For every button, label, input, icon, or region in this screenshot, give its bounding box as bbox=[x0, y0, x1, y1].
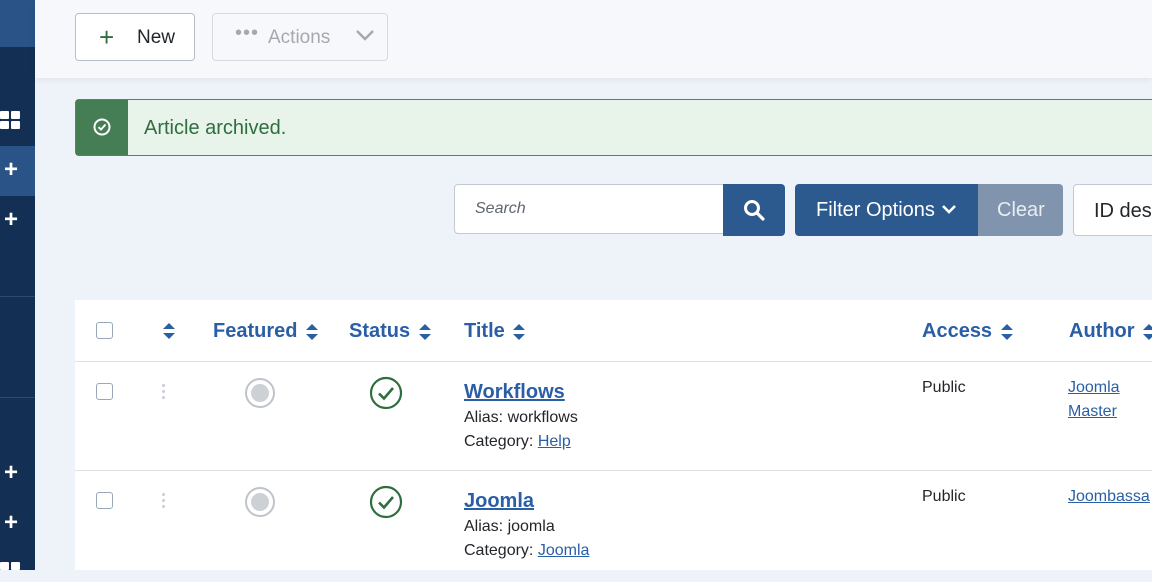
articles-table: Featured Status Title Access Author Work… bbox=[75, 300, 1152, 570]
clear-button[interactable]: Clear bbox=[978, 184, 1063, 236]
new-button-label: New bbox=[137, 27, 176, 48]
sidebar-divider bbox=[0, 397, 35, 398]
author-name-line1: Joomla bbox=[1068, 379, 1120, 396]
ellipsis-icon: ••• bbox=[235, 22, 260, 44]
plus-icon: + bbox=[99, 22, 115, 52]
sort-select-value: ID desc bbox=[1094, 200, 1152, 222]
column-header-access[interactable]: Access bbox=[922, 320, 1013, 343]
add-icon[interactable]: + bbox=[0, 208, 22, 232]
actions-label: Actions bbox=[268, 27, 331, 48]
column-header-title-label: Title bbox=[464, 320, 505, 342]
access-value: Public bbox=[922, 488, 966, 505]
drag-handle-icon[interactable] bbox=[161, 493, 165, 509]
category-link[interactable]: Joomla bbox=[538, 542, 590, 559]
add-icon[interactable]: + bbox=[0, 158, 22, 182]
sort-icon bbox=[513, 323, 526, 340]
featured-toggle[interactable] bbox=[245, 378, 275, 408]
article-alias: Alias: joomla bbox=[464, 518, 555, 536]
alias-label: Alias: bbox=[464, 409, 504, 426]
author-name-line1: Joombassa bbox=[1068, 488, 1150, 505]
search-icon bbox=[744, 200, 765, 221]
sidebar-divider bbox=[0, 296, 35, 297]
actions-dropdown[interactable]: ••• Actions bbox=[212, 13, 388, 61]
author-name-line2: Master bbox=[1068, 403, 1117, 420]
alert-icon-panel bbox=[76, 100, 128, 155]
sort-icon bbox=[1000, 323, 1013, 340]
filter-options-button[interactable]: Filter Options bbox=[795, 184, 978, 236]
alias-label: Alias: bbox=[464, 518, 504, 535]
table-divider bbox=[75, 470, 1152, 471]
row-checkbox[interactable] bbox=[96, 383, 113, 400]
article-category: Category: Joomla bbox=[464, 542, 589, 560]
column-header-title[interactable]: Title bbox=[464, 320, 526, 343]
featured-toggle[interactable] bbox=[245, 487, 275, 517]
column-header-author-label: Author bbox=[1069, 320, 1135, 342]
column-header-featured-label: Featured bbox=[213, 320, 298, 342]
category-label: Category: bbox=[464, 433, 534, 450]
chevron-down-icon bbox=[356, 30, 374, 41]
category-link[interactable]: Help bbox=[538, 433, 571, 450]
sidebar-toggle[interactable] bbox=[0, 0, 35, 47]
new-button[interactable]: + New bbox=[75, 13, 195, 61]
sort-icon bbox=[1143, 323, 1152, 340]
dashboard-icon[interactable] bbox=[0, 562, 20, 582]
sidebar: + + + + bbox=[0, 0, 35, 570]
sort-icon bbox=[306, 323, 319, 340]
article-title-link[interactable]: Joomla bbox=[464, 490, 534, 513]
toolbar bbox=[35, 0, 1152, 78]
search-button[interactable] bbox=[723, 184, 785, 236]
published-status-icon[interactable] bbox=[369, 485, 403, 519]
drag-handle-icon[interactable] bbox=[161, 384, 165, 400]
dashboard-icon[interactable] bbox=[0, 111, 20, 131]
article-alias: Alias: workflows bbox=[464, 409, 578, 427]
success-alert: Article archived. bbox=[75, 99, 1152, 156]
sort-icon bbox=[418, 323, 431, 340]
author-link[interactable]: Joombassa bbox=[1068, 485, 1150, 509]
row-checkbox[interactable] bbox=[96, 492, 113, 509]
add-icon[interactable]: + bbox=[0, 461, 22, 485]
article-category: Category: Help bbox=[464, 433, 571, 451]
add-icon[interactable]: + bbox=[0, 511, 22, 535]
article-title-link[interactable]: Workflows bbox=[464, 381, 565, 404]
chevron-down-icon bbox=[942, 205, 956, 214]
column-header-author[interactable]: Author bbox=[1069, 320, 1152, 343]
table-divider bbox=[75, 361, 1152, 362]
alias-value: joomla bbox=[507, 518, 555, 535]
access-value: Public bbox=[922, 379, 966, 396]
column-header-status-label: Status bbox=[349, 320, 411, 342]
category-label: Category: bbox=[464, 542, 534, 559]
sort-icon[interactable] bbox=[163, 323, 175, 339]
select-all-checkbox[interactable] bbox=[96, 322, 113, 339]
clear-label: Clear bbox=[997, 199, 1045, 221]
alert-message: Article archived. bbox=[144, 117, 287, 139]
column-header-access-label: Access bbox=[922, 320, 993, 342]
alias-value: workflows bbox=[507, 409, 578, 426]
search-input[interactable] bbox=[454, 184, 724, 234]
published-status-icon[interactable] bbox=[369, 376, 403, 410]
check-circle-icon bbox=[93, 118, 111, 136]
column-header-featured[interactable]: Featured bbox=[213, 320, 319, 343]
author-link[interactable]: Joomla Master bbox=[1068, 376, 1120, 424]
column-header-status[interactable]: Status bbox=[349, 320, 431, 343]
sort-select[interactable]: ID desc bbox=[1073, 184, 1152, 236]
filter-options-label: Filter Options bbox=[816, 199, 935, 221]
